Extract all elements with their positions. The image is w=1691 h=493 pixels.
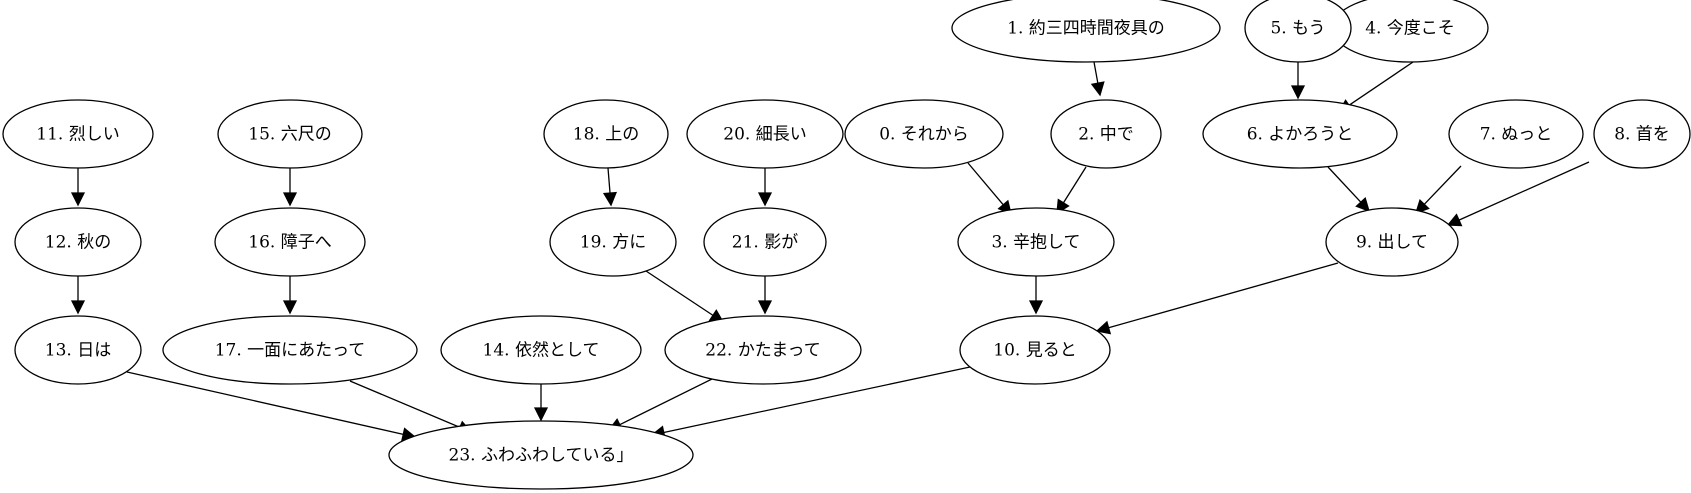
edge-n6-to-n9: [1327, 166, 1370, 213]
node-label: 11. 烈しい: [36, 125, 119, 145]
node-label: 19. 方に: [580, 233, 646, 253]
node-15: 15. 六尺の: [217, 99, 363, 169]
node-label: 18. 上の: [573, 125, 639, 145]
arrowhead: [757, 300, 773, 315]
edge-line: [967, 162, 1004, 206]
edge-n2-to-n3: [1056, 166, 1087, 215]
node-22: 22. かたまって: [664, 315, 862, 385]
node-23: 23. ふわふわしている」: [388, 420, 694, 490]
node-label: 12. 秋の: [45, 233, 111, 253]
edge-n15-to-n16: [282, 168, 298, 207]
node-label: 23. ふわふわしている」: [449, 446, 634, 466]
node-2: 2. 中で: [1050, 99, 1162, 169]
node-label: 15. 六尺の: [248, 125, 331, 145]
edge-n14-to-n23: [533, 384, 549, 422]
node-12: 12. 秋の: [14, 207, 142, 277]
node-6: 6. よかろうと: [1202, 99, 1398, 169]
arrowhead: [282, 192, 298, 207]
edge-n1-to-n2: [1090, 61, 1105, 97]
edge-n16-to-n17: [282, 276, 298, 315]
node-label: 8. 首を: [1614, 125, 1670, 145]
dependency-tree-diagram: 0. それから 1. 約三四時間夜具の 2. 中で 3. 辛抱して 4. 今度こそ 5. …: [2, 0, 1691, 490]
node-18: 18. 上の: [543, 99, 669, 169]
arrowhead: [533, 407, 549, 422]
node-4: 4. 今度こそ: [1331, 0, 1489, 63]
edge-n22-to-n23: [607, 378, 713, 431]
node-16: 16. 障子へ: [214, 207, 366, 277]
node-3: 3. 辛抱して: [957, 207, 1115, 277]
arrowhead: [282, 300, 298, 315]
node-label: 21. 影が: [732, 233, 798, 253]
edge-n8-to-n9: [1446, 161, 1590, 227]
arrowhead: [70, 300, 86, 315]
node-1: 1. 約三四時間夜具の: [951, 0, 1221, 63]
edge-n12-to-n13: [70, 276, 86, 315]
node-label: 20. 細長い: [723, 125, 806, 145]
arrowhead: [757, 192, 773, 207]
node-13: 13. 日は: [14, 315, 142, 385]
arrowhead: [1446, 213, 1463, 227]
arrowhead: [1290, 85, 1306, 100]
edge-n11-to-n12: [70, 168, 86, 207]
node-label: 2. 中で: [1078, 125, 1134, 145]
edge-n4-to-n6: [1337, 59, 1417, 113]
arrowhead: [1090, 81, 1105, 97]
node-label: 17. 一面にあたって: [215, 341, 366, 361]
edge-line: [1327, 166, 1362, 203]
edge-n19-to-n22: [645, 270, 725, 323]
arrowhead: [1028, 300, 1044, 315]
edge-line: [1093, 61, 1099, 84]
arrowhead: [70, 192, 86, 207]
node-20: 20. 細長い: [686, 99, 844, 169]
node-label: 5. もう: [1270, 19, 1325, 39]
node-label: 7. ぬっと: [1480, 125, 1553, 145]
edge-line: [1108, 262, 1339, 329]
edge-n9-to-n10: [1095, 262, 1339, 335]
edge-n17-to-n23: [349, 380, 473, 434]
edge-line: [349, 380, 461, 428]
edge-n0-to-n3: [967, 162, 1012, 216]
edge-n18-to-n19: [602, 167, 618, 207]
node-label: 0. それから: [879, 125, 969, 145]
node-21: 21. 影が: [703, 207, 827, 277]
node-9: 9. 出して: [1325, 207, 1459, 277]
node-5: 5. もう: [1244, 0, 1352, 63]
edge-line: [607, 167, 611, 194]
node-11: 11. 烈しい: [2, 99, 154, 169]
edge-n3-to-n10: [1028, 276, 1044, 315]
node-label: 13. 日は: [45, 341, 111, 361]
edge-line: [1348, 59, 1417, 106]
edge-n7-to-n9: [1414, 165, 1462, 215]
node-17: 17. 一面にあたって: [162, 315, 418, 385]
node-label: 4. 今度こそ: [1365, 19, 1455, 39]
node-19: 19. 方に: [549, 207, 677, 277]
edge-line: [1458, 161, 1590, 221]
node-label: 10. 見ると: [993, 341, 1076, 361]
edge-n21-to-n22: [757, 276, 773, 315]
node-label: 16. 障子へ: [248, 233, 331, 253]
node-label: 14. 依然として: [483, 341, 600, 361]
nodes-layer: 0. それから 1. 約三四時間夜具の 2. 中で 3. 辛抱して 4. 今度こそ 5. …: [2, 0, 1691, 490]
node-0: 0. それから: [844, 99, 1004, 169]
node-7: 7. ぬっと: [1448, 99, 1584, 169]
arrowhead: [602, 191, 618, 207]
node-label: 22. かたまって: [705, 341, 820, 361]
edge-line: [619, 378, 713, 426]
node-10: 10. 見ると: [959, 315, 1111, 385]
edge-line: [645, 270, 714, 316]
node-label: 3. 辛抱して: [991, 233, 1080, 253]
node-8: 8. 首を: [1593, 99, 1691, 169]
edge-line: [1062, 166, 1087, 204]
node-label: 6. よかろうと: [1247, 125, 1354, 145]
node-14: 14. 依然として: [440, 315, 642, 385]
edge-n20-to-n21: [757, 168, 773, 207]
node-label: 9. 出して: [1356, 233, 1428, 253]
edge-line: [1423, 165, 1462, 205]
edge-n5-to-n6: [1290, 62, 1306, 100]
node-label: 1. 約三四時間夜具の: [1007, 19, 1165, 39]
